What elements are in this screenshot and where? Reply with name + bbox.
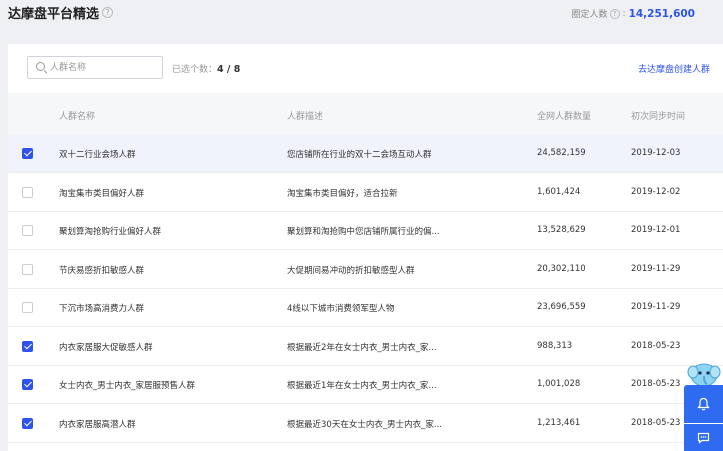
page-title: 达摩盘平台精选 ? [8, 3, 114, 22]
crowd-name: 节庆易感折扣敏感人群 [59, 265, 145, 276]
selected-count: 已选个数：4 / 8 [172, 62, 240, 75]
table-row[interactable]: 内衣家居服大促敏感人群 根据最近2年在女士内衣_男士内衣_家... 988,313 2… [8, 327, 723, 366]
crowd-description: 聚划算和淘抢购中您店铺所属行业的偏... [287, 227, 440, 237]
crowd-description: 根据最近1年在女士内衣_男士内衣_家... [287, 381, 437, 391]
crowd-name: 淘宝集市类目偏好人群 [59, 188, 145, 199]
selected-count-value: 4 / 8 [217, 64, 241, 75]
crowd-name: 内衣家居服高潜人群 [59, 419, 136, 430]
crowd-count: 988,313 [537, 340, 573, 351]
sync-date: 2019-12-03 [631, 148, 681, 158]
search-input[interactable] [50, 59, 158, 76]
crowd-count: 1,601,424 [537, 186, 581, 197]
search-icon [36, 62, 45, 71]
table-row[interactable]: 内衣家居服高潜人群 根据最近30天在女士内衣_男士内衣_家... 1,213,461… [8, 404, 723, 443]
chat-icon [697, 432, 710, 444]
row-checkbox[interactable] [22, 340, 33, 352]
table-row[interactable]: 下沉市场高消费力人群 4线以下城市消费领军型人物 23,696,559 2019-11… [8, 289, 723, 327]
row-checkbox[interactable] [22, 263, 33, 275]
search-box [27, 56, 163, 79]
crowd-count: 23,696,559 [537, 302, 586, 312]
fixed-count: 圈定人数 ? : 14,251,600 [571, 7, 696, 21]
crowd-panel: 已选个数：4 / 8 去达摩盘创建人群 人群名称 人群描述 全网人群数量 初次同… [8, 44, 723, 451]
table-row[interactable]: 女士内衣_男士内衣_家居服预售人群 根据最近1年在女士内衣_男士内衣_家... 1,… [8, 366, 723, 404]
fixed-count-value: 14,251,600 [628, 7, 695, 20]
page-title-text: 达摩盘平台精选 [8, 7, 100, 22]
crowd-description: 根据最近30天在女士内衣_男士内衣_家... [287, 419, 442, 430]
sync-date: 2019-12-02 [631, 186, 681, 197]
table-row[interactable]: 节庆易感折扣敏感人群 大促期间易冲动的折扣敏感型人群 20,302,110 2019-… [8, 250, 723, 289]
row-checkbox[interactable] [22, 302, 33, 313]
crowd-description: 大促期间易冲动的折扣敏感型人群 [287, 265, 415, 276]
top-bar: 达摩盘平台精选 ? 圈定人数 ? : 14,251,600 [0, 0, 723, 30]
crowd-name: 双十二行业会场人群 [59, 150, 136, 160]
table-row[interactable]: 淘宝集市类目偏好人群 淘宝集市类目偏好，适合拉新 1,601,424 2019-12-… [8, 173, 723, 212]
crowd-count: 20,302,110 [537, 263, 586, 274]
column-header-name: 人群名称 [59, 112, 96, 122]
fixed-count-label: 圈定人数 [571, 10, 608, 20]
crowd-name: 女士内衣_男士内衣_家居服预售人群 [59, 381, 196, 391]
row-checkbox[interactable] [22, 148, 33, 159]
fixed-count-colon: : [622, 8, 626, 19]
sync-date: 2019-11-29 [631, 302, 681, 312]
crowd-description: 根据最近2年在女士内衣_男士内衣_家... [287, 342, 437, 353]
crowd-count: 13,528,629 [537, 225, 586, 235]
crowd-name: 内衣家居服大促敏感人群 [59, 342, 153, 353]
sync-date: 2018-05-23 [631, 417, 681, 428]
table-row[interactable]: 双十二行业会场人群 您店铺所在行业的双十二会场互动人群 24,582,159 2019… [8, 135, 723, 173]
table-header: 人群名称 人群描述 全网人群数量 初次同步时间 [8, 93, 723, 135]
column-header-desc: 人群描述 [287, 112, 324, 122]
row-checkbox[interactable] [22, 417, 33, 429]
create-crowd-link[interactable]: 去达摩盘创建人群 [638, 62, 710, 75]
sync-date: 2018-05-23 [631, 340, 681, 351]
crowd-count: 1,213,461 [537, 417, 581, 428]
crowd-description: 淘宝集市类目偏好，适合拉新 [287, 188, 398, 199]
crowd-count: 1,001,028 [537, 379, 581, 389]
sync-date: 2018-05-23 [631, 379, 681, 389]
notification-button[interactable] [684, 385, 723, 423]
chat-button[interactable] [684, 424, 723, 451]
row-checkbox[interactable] [22, 186, 33, 198]
column-header-date: 初次同步时间 [631, 112, 686, 122]
sync-date: 2019-12-01 [631, 225, 681, 235]
sync-date: 2019-11-29 [631, 263, 681, 274]
column-header-count: 全网人群数量 [537, 112, 592, 122]
table-row[interactable]: 聚划算淘抢购行业偏好人群 聚划算和淘抢购中您店铺所属行业的偏... 13,528,6… [8, 212, 723, 250]
crowd-name: 聚划算淘抢购行业偏好人群 [59, 227, 162, 237]
row-checkbox[interactable] [22, 225, 33, 236]
bell-icon [697, 397, 710, 411]
crowd-description: 4线以下城市消费领军型人物 [287, 304, 395, 314]
row-checkbox[interactable] [22, 379, 33, 390]
elephant-icon[interactable] [687, 359, 721, 387]
help-icon[interactable]: ? [609, 8, 620, 19]
crowd-description: 您店铺所在行业的双十二会场互动人群 [287, 150, 432, 160]
crowd-name: 下沉市场高消费力人群 [59, 304, 145, 314]
crowd-count: 24,582,159 [537, 148, 586, 158]
selected-count-label: 已选个数： [172, 65, 218, 75]
floating-toolbar [684, 359, 723, 451]
help-icon[interactable]: ? [102, 7, 114, 18]
